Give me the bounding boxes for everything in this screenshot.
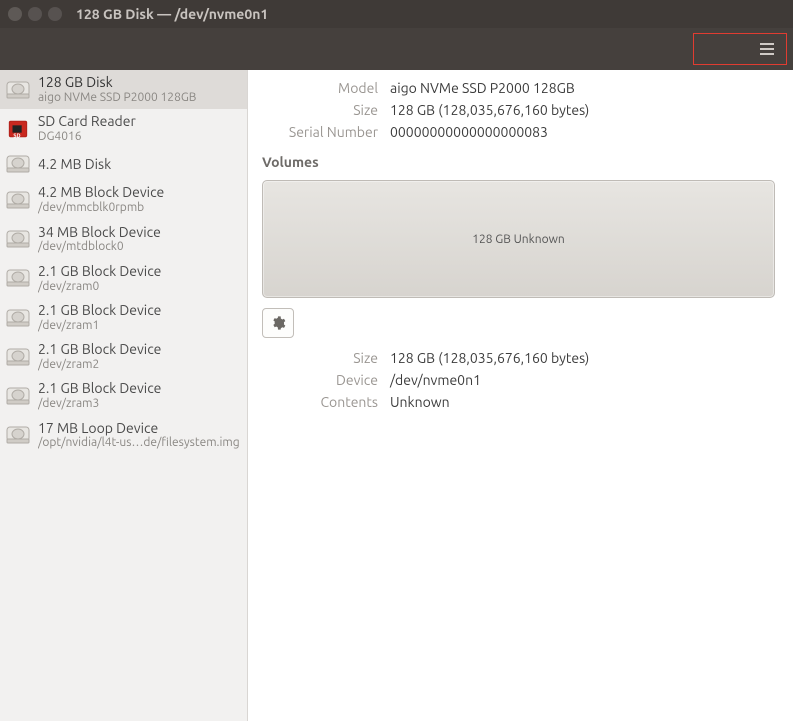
device-name: 4.2 MB Disk <box>38 156 111 173</box>
titlebar: 128 GB Disk — /dev/nvme0n1 <box>0 0 793 28</box>
device-sub: /dev/zram2 <box>38 358 161 372</box>
close-window-icon[interactable] <box>8 7 22 21</box>
device-item[interactable]: 34 MB Block Device/dev/mtdblock0 <box>0 220 247 259</box>
drive-icon <box>6 423 30 447</box>
model-value: aigo NVMe SSD P2000 128GB <box>390 80 775 96</box>
device-name: 2.1 GB Block Device <box>38 263 161 280</box>
minimize-window-icon[interactable] <box>28 7 42 21</box>
device-name: 2.1 GB Block Device <box>38 302 161 319</box>
size-label: Size <box>248 102 378 118</box>
serial-value: 00000000000000000083 <box>390 124 775 140</box>
sd-card-icon: SD <box>6 117 30 141</box>
device-item[interactable]: 2.1 GB Block Device/dev/zram1 <box>0 298 247 337</box>
drive-icon <box>6 384 30 408</box>
device-item[interactable]: 17 MB Loop Device/opt/nvidia/l4t-us…de/f… <box>0 416 247 455</box>
device-item[interactable]: 2.1 GB Block Device/dev/zram2 <box>0 337 247 376</box>
drive-icon <box>6 345 30 369</box>
device-sub: /dev/zram1 <box>38 319 161 333</box>
vol-size-label: Size <box>248 350 378 366</box>
device-sidebar: 128 GB Diskaigo NVMe SSD P2000 128GBSDSD… <box>0 70 248 721</box>
vol-contents-label: Contents <box>248 394 378 410</box>
drive-icon <box>6 188 30 212</box>
vol-device-label: Device <box>248 372 378 388</box>
device-sub: /opt/nvidia/l4t-us…de/filesystem.img <box>38 436 240 450</box>
vol-device-value: /dev/nvme0n1 <box>390 372 775 388</box>
size-value: 128 GB (128,035,676,160 bytes) <box>390 102 775 118</box>
maximize-window-icon[interactable] <box>48 7 62 21</box>
volumes-heading: Volumes <box>262 154 775 170</box>
drive-icon <box>6 152 30 176</box>
device-sub: /dev/zram3 <box>38 397 161 411</box>
volume-block-label: 128 GB Unknown <box>472 233 565 246</box>
device-name: 34 MB Block Device <box>38 224 161 241</box>
main-panel: Model aigo NVMe SSD P2000 128GB Size 128… <box>248 70 793 721</box>
device-name: 2.1 GB Block Device <box>38 380 161 397</box>
device-item[interactable]: 2.1 GB Block Device/dev/zram3 <box>0 376 247 415</box>
device-sub: aigo NVMe SSD P2000 128GB <box>38 91 196 105</box>
vol-contents-value: Unknown <box>390 394 775 410</box>
drive-icon <box>6 227 30 251</box>
serial-label: Serial Number <box>248 124 378 140</box>
device-item[interactable]: 4.2 MB Block Device/dev/mmcblk0rpmb <box>0 180 247 219</box>
device-item[interactable]: 128 GB Diskaigo NVMe SSD P2000 128GB <box>0 70 247 109</box>
drive-icon <box>6 78 30 102</box>
hamburger-menu-button[interactable] <box>756 38 778 60</box>
device-item[interactable]: 4.2 MB Disk <box>0 148 247 180</box>
model-label: Model <box>248 80 378 96</box>
toolbar <box>0 28 793 70</box>
device-name: 17 MB Loop Device <box>38 420 240 437</box>
device-item[interactable]: 2.1 GB Block Device/dev/zram0 <box>0 259 247 298</box>
device-name: 128 GB Disk <box>38 74 196 91</box>
gear-icon <box>270 315 286 331</box>
highlight-box <box>693 33 787 65</box>
device-name: 4.2 MB Block Device <box>38 184 164 201</box>
device-item[interactable]: SD SD Card ReaderDG4016 <box>0 109 247 148</box>
device-sub: DG4016 <box>38 130 136 144</box>
device-name: 2.1 GB Block Device <box>38 341 161 358</box>
svg-text:SD: SD <box>13 133 20 139</box>
drive-icon <box>6 266 30 290</box>
device-name: SD Card Reader <box>38 113 136 130</box>
volume-options-button[interactable] <box>262 308 294 338</box>
volume-block[interactable]: 128 GB Unknown <box>262 180 775 298</box>
drive-icon <box>6 306 30 330</box>
hamburger-icon <box>760 43 774 45</box>
device-sub: /dev/mmcblk0rpmb <box>38 201 164 215</box>
device-sub: /dev/mtdblock0 <box>38 240 161 254</box>
vol-size-value: 128 GB (128,035,676,160 bytes) <box>390 350 775 366</box>
window-title: 128 GB Disk — /dev/nvme0n1 <box>76 6 268 22</box>
device-sub: /dev/zram0 <box>38 280 161 294</box>
